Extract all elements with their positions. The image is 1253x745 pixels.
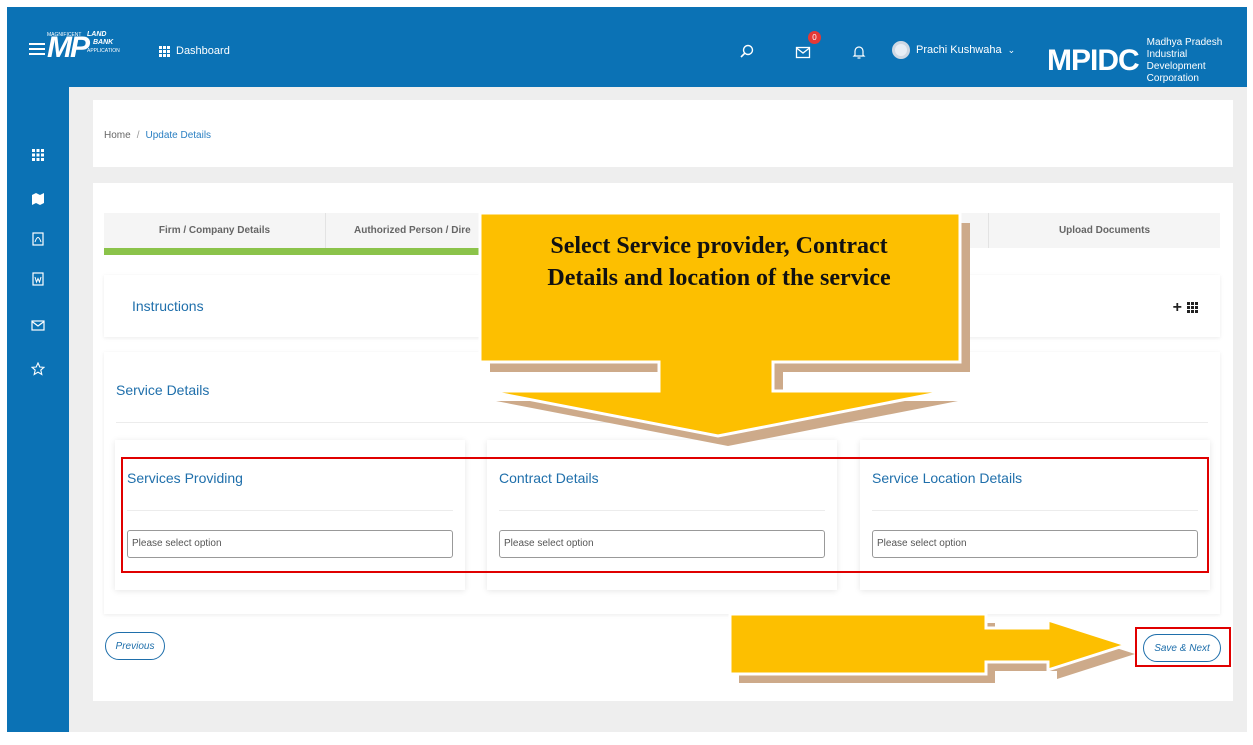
star-icon[interactable] xyxy=(31,362,45,376)
breadcrumb: Home / Update Details xyxy=(104,130,212,141)
tab-firm-company-details[interactable]: Firm / Company Details xyxy=(104,213,326,248)
grid-icon[interactable] xyxy=(31,148,45,162)
breadcrumb-current: Update Details xyxy=(145,130,212,141)
previous-button[interactable]: Previous xyxy=(105,632,165,660)
plus-icon[interactable]: + xyxy=(1173,299,1182,317)
search-icon[interactable] xyxy=(739,44,755,60)
grid-icon xyxy=(159,45,170,57)
breadcrumb-home[interactable]: Home xyxy=(104,130,131,141)
app-logo-tag: MAGNIFICENT LAND BANK APPLICATION xyxy=(47,31,120,55)
chevron-down-icon: ⌄ xyxy=(1007,44,1016,55)
logo-tag-bottom: APPLICATION xyxy=(87,48,120,54)
org-name: Madhya Pradesh Industrial Development Co… xyxy=(1147,37,1247,85)
mail-badge: 0 xyxy=(808,31,821,44)
org-branding: MPIDC Madhya Pradesh Industrial Developm… xyxy=(1047,37,1247,85)
user-name: Prachi Kushwaha xyxy=(916,44,1002,56)
callout-line-1: Select Service provider, Contract xyxy=(550,233,888,259)
bell-icon[interactable] xyxy=(851,44,867,60)
service-details-title: Service Details xyxy=(116,382,210,398)
mail-icon[interactable] xyxy=(31,318,45,332)
org-name-line1: Madhya Pradesh Industrial xyxy=(1146,37,1223,60)
tab-authorized-person[interactable]: Authorized Person / Dire xyxy=(326,213,484,248)
pdf-icon[interactable] xyxy=(31,232,45,246)
dashboard-label: Dashboard xyxy=(176,45,230,57)
highlight-box xyxy=(121,457,1209,573)
avatar xyxy=(892,41,910,59)
logo-tag-land: LAND xyxy=(87,31,107,38)
callout-line-2: Details and location of the service xyxy=(547,265,891,291)
divider xyxy=(116,422,1208,423)
user-menu[interactable]: Prachi Kushwaha ⌄ xyxy=(892,41,1015,59)
callout-text: Select Service provider, Contract Detail… xyxy=(484,230,954,294)
org-name-line2: Development Corporation xyxy=(1146,61,1206,84)
grid-icon[interactable] xyxy=(1187,302,1198,313)
org-logo: MPIDC xyxy=(1047,44,1140,77)
menu-icon[interactable] xyxy=(29,43,45,55)
step-progress-bar xyxy=(104,248,484,255)
dashboard-link[interactable]: Dashboard xyxy=(159,45,230,57)
breadcrumb-card xyxy=(93,100,1233,167)
highlight-box xyxy=(1135,627,1231,667)
tab-upload-documents[interactable]: Upload Documents xyxy=(989,213,1220,248)
instructions-title[interactable]: Instructions xyxy=(132,298,204,314)
sidebar xyxy=(7,87,69,732)
logo-tag-top: MAGNIFICENT xyxy=(47,32,82,38)
top-bar: MP MAGNIFICENT LAND BANK APPLICATION Das… xyxy=(7,7,1247,87)
map-icon[interactable] xyxy=(31,192,45,206)
logo-tag-bank: BANK xyxy=(93,39,114,46)
mail-icon[interactable] xyxy=(795,44,811,60)
word-doc-icon[interactable] xyxy=(31,272,45,286)
